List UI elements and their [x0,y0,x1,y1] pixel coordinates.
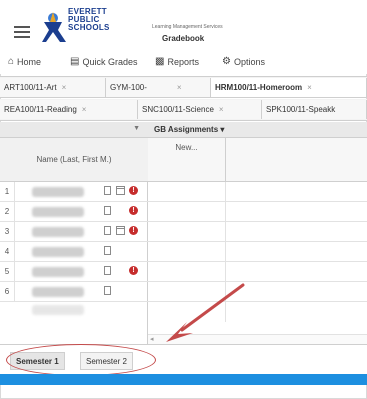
tab-science[interactable]: SNC100/11-Science × [138,100,262,119]
tab-semester-1[interactable]: Semester 1 [10,352,65,370]
tab-gym[interactable]: GYM-100- × [106,78,211,97]
grade-row[interactable] [148,242,367,262]
assignments-column: GB Assignments ▾ New... [148,122,367,344]
bar-chart-icon: ▩ [155,56,165,67]
lms-subtitle: Learning Management Services [152,24,223,30]
student-name-blurred[interactable] [32,247,84,257]
grade-row[interactable] [148,222,367,242]
student-column: ▼ Name (Last, First M.) 1 ! 2 ! 3 ! 4 5 … [0,122,148,344]
class-tabs-row-1: ART100/11-Art × GYM-100- × HRM100/11-Homer… [0,76,367,98]
quick-grades-label: Quick Grades [82,56,138,67]
tab-label: SPK100/11-Speakk [266,105,336,114]
table-row-partial[interactable] [0,302,148,322]
student-name-blurred[interactable] [32,207,84,217]
document-icon[interactable] [104,186,111,195]
student-name-blurred[interactable] [32,267,84,277]
calendar-icon[interactable] [116,186,125,195]
bottom-accent-bar [0,374,367,385]
student-name-blurred[interactable] [32,227,84,237]
grade-row[interactable] [148,262,367,282]
grade-row[interactable] [148,282,367,302]
table-row[interactable]: 1 ! [0,182,148,202]
reports-label: Reports [167,56,199,67]
tab-label: HRM100/11-Homeroom [215,83,303,92]
column-menu-header: ▼ [0,122,148,138]
close-icon[interactable]: × [82,105,87,114]
close-icon[interactable]: × [219,105,224,114]
clipboard-icon: ▤ [70,56,80,67]
district-logo: EVERETT PUBLIC SCHOOLS [40,8,132,50]
tab-reading[interactable]: REA100/11-Reading × [0,100,138,119]
chevron-down-icon[interactable]: ▼ [133,125,140,132]
close-icon[interactable]: × [307,83,312,92]
school-crest-icon [42,12,66,42]
grade-row[interactable] [148,182,367,202]
document-icon[interactable] [104,246,111,255]
quick-grades-button[interactable]: ▤ Quick Grades [70,56,137,67]
page-title: Gradebook [162,34,205,43]
row-number: 3 [0,222,15,241]
grade-row[interactable] [148,202,367,222]
student-name-blurred[interactable] [32,287,84,297]
chevron-down-icon[interactable]: ▾ [220,125,224,134]
close-icon[interactable]: × [62,83,67,92]
document-icon[interactable] [104,286,111,295]
toolbar: ⌂ Home ▤ Quick Grades ▩ Reports ⚙ Option… [0,52,367,74]
student-name-blurred[interactable] [32,187,84,197]
tab-label: SNC100/11-Science [142,105,214,114]
gb-assignments-header[interactable]: GB Assignments ▾ [148,122,367,138]
hamburger-menu-icon[interactable] [14,26,30,38]
row-number: 1 [0,182,15,201]
tab-label: GYM-100- [110,83,147,92]
empty-header-cell [226,138,367,182]
alert-icon[interactable]: ! [129,206,138,215]
gear-icon: ⚙ [222,56,231,67]
table-row[interactable]: 4 [0,242,148,262]
tab-label: REA100/11-Reading [4,105,77,114]
table-row[interactable]: 2 ! [0,202,148,222]
row-number: 6 [0,282,15,301]
alert-icon[interactable]: ! [129,186,138,195]
alert-icon[interactable]: ! [129,226,138,235]
options-label: Options [233,56,265,67]
logo-text: EVERETT PUBLIC SCHOOLS [68,7,110,32]
document-icon[interactable] [104,266,111,275]
table-row[interactable]: 3 ! [0,222,148,242]
tab-label: ART100/11-Art [4,83,57,92]
row-number: 5 [0,262,15,281]
close-icon[interactable]: × [177,83,182,92]
reports-button[interactable]: ▩ Reports [155,56,199,67]
app-header: EVERETT PUBLIC SCHOOLS Learning Manageme… [0,0,367,52]
home-icon: ⌂ [8,56,15,67]
tab-homeroom[interactable]: HRM100/11-Homeroom × [211,78,367,97]
alert-icon[interactable]: ! [129,266,138,275]
calendar-icon[interactable] [116,226,125,235]
student-name-blurred[interactable] [32,305,84,315]
home-label: Home [17,56,42,67]
gradebook-grid: ▼ Name (Last, First M.) 1 ! 2 ! 3 ! 4 5 … [0,122,367,344]
semester-tabs: Semester 1 Semester 2 [0,344,367,374]
document-icon[interactable] [104,226,111,235]
class-tabs-row-2: REA100/11-Reading × SNC100/11-Science × SP… [0,99,367,121]
table-row[interactable]: 5 ! [0,262,148,282]
new-assignment-header[interactable]: New... [148,138,226,182]
tab-speaking[interactable]: SPK100/11-Speakk [262,100,367,119]
horizontal-scrollbar[interactable]: ◂ [148,334,367,344]
gb-assignments-label: GB Assignments [154,125,219,134]
options-button[interactable]: ⚙ Options [222,56,265,67]
row-number: 2 [0,202,15,221]
table-row[interactable]: 6 [0,282,148,302]
grade-row[interactable] [148,302,367,322]
home-button[interactable]: ⌂ Home [8,56,41,67]
row-number: 4 [0,242,15,261]
name-column-header[interactable]: Name (Last, First M.) [0,138,148,182]
document-icon[interactable] [104,206,111,215]
tab-semester-2[interactable]: Semester 2 [80,352,133,370]
tab-art[interactable]: ART100/11-Art × [0,78,106,97]
